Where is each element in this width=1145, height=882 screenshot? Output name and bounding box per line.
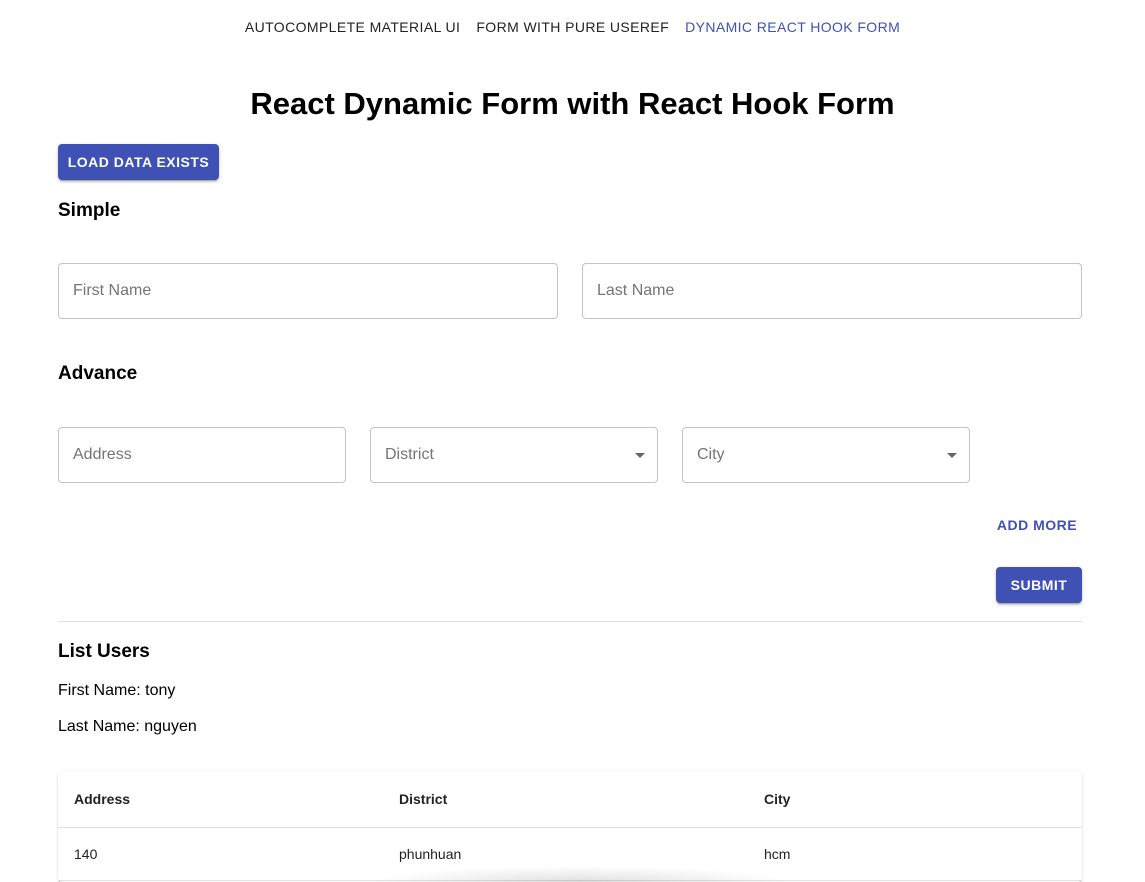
submit-button[interactable]: SUBMIT xyxy=(996,567,1082,603)
first-name-field[interactable] xyxy=(58,263,558,319)
page-title: React Dynamic Form with React Hook Form xyxy=(250,86,895,121)
section-title-list-users: List Users xyxy=(58,641,150,662)
table-header-district: District xyxy=(383,771,748,828)
district-select-label: District xyxy=(385,446,434,463)
last-name-input[interactable] xyxy=(597,282,1067,300)
top-nav: AUTOCOMPLETE MATERIAL UI FORM WITH PURE … xyxy=(0,18,1145,36)
district-select[interactable]: District xyxy=(370,427,658,483)
table-header-city: City xyxy=(748,771,1082,828)
nav-link-dynamic-hook-form[interactable]: DYNAMIC REACT HOOK FORM xyxy=(677,18,908,36)
table-header-address: Address xyxy=(58,771,383,828)
table-cell-address: 140 xyxy=(58,827,383,881)
last-name-field[interactable] xyxy=(582,263,1082,319)
nav-link-autocomplete[interactable]: AUTOCOMPLETE MATERIAL UI xyxy=(237,18,469,36)
user-last-name: Last Name: nguyen xyxy=(58,718,197,735)
nav-link-pure-useref[interactable]: FORM WITH PURE USEREF xyxy=(468,18,677,36)
user-first-name: First Name: tony xyxy=(58,682,176,699)
table-cell-city: hcm xyxy=(748,827,1082,881)
arrow-drop-down-icon[interactable] xyxy=(635,452,645,458)
bottom-shadow xyxy=(370,866,790,882)
load-data-button[interactable]: LOAD DATA EXISTS xyxy=(58,144,219,180)
divider xyxy=(58,621,1082,622)
city-select[interactable]: City xyxy=(682,427,970,483)
first-name-input[interactable] xyxy=(73,282,543,300)
add-more-button[interactable]: ADD MORE xyxy=(992,515,1082,535)
section-title-advance: Advance xyxy=(58,363,138,384)
address-input[interactable] xyxy=(73,446,331,464)
city-select-label: City xyxy=(697,446,725,463)
page: AUTOCOMPLETE MATERIAL UI FORM WITH PURE … xyxy=(0,0,1145,882)
arrow-drop-down-icon[interactable] xyxy=(947,452,957,458)
table-header-row: Address District City xyxy=(58,771,1082,828)
section-title-simple: Simple xyxy=(58,200,121,221)
address-field[interactable] xyxy=(58,427,346,483)
